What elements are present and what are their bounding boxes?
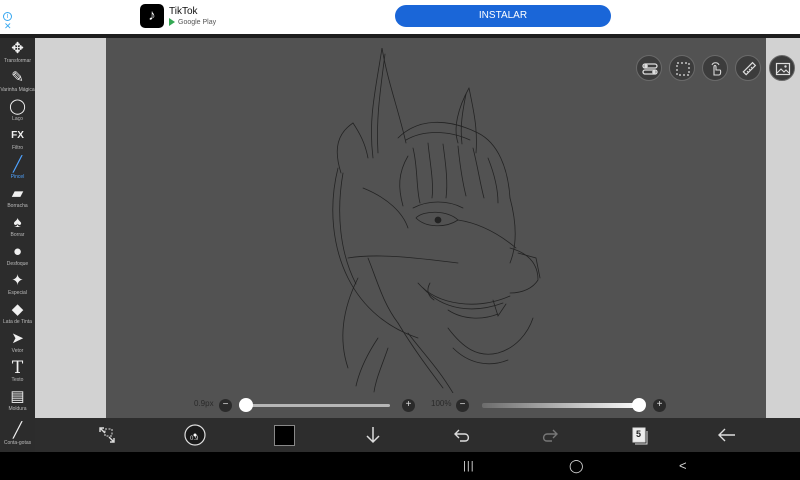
tool-label: Conta-gotas: [3, 440, 32, 446]
eraser-icon: ▰: [11, 185, 24, 202]
home-icon[interactable]: ◯: [569, 458, 584, 474]
ad-app-name: TikTok: [169, 6, 198, 17]
install-button[interactable]: INSTALAR: [395, 5, 611, 27]
brush-size-track[interactable]: [240, 404, 390, 407]
eyedropper-icon: ╱: [12, 422, 23, 439]
tool-label: Texto: [11, 377, 24, 383]
tool-label: Pincel: [10, 174, 25, 180]
tool-panel: ✥ Transformar ✎ Varinha Mágica ◯ Laço FX…: [0, 38, 35, 452]
selection-button[interactable]: [669, 55, 695, 81]
download-button[interactable]: [361, 423, 385, 447]
tool-label: Moldura: [8, 406, 27, 412]
tool-lasso[interactable]: ◯ Laço: [0, 98, 35, 123]
toggle-button[interactable]: [636, 55, 662, 81]
tool-special[interactable]: ✦ Especial: [0, 272, 35, 297]
layers-button[interactable]: 5: [627, 423, 651, 447]
frame-divider-icon: ▤: [10, 388, 25, 405]
ad-store-label: Google Play: [169, 18, 216, 26]
brush-size-minus-button[interactable]: −: [219, 399, 232, 412]
opacity-knob[interactable]: [632, 398, 646, 412]
color-button[interactable]: [273, 423, 297, 447]
back-arrow-icon: [718, 428, 735, 442]
ruler-button[interactable]: [735, 55, 761, 81]
screen: i ✕ ♪ TikTok Google Play INSTALAR ✥ Tran…: [0, 0, 800, 480]
system-nav-bar: ||| ◯ <: [0, 452, 800, 480]
brush-icon: ╱: [12, 156, 23, 173]
brush-size-plus-button[interactable]: +: [402, 399, 415, 412]
brush-size-value: 0.9px: [194, 399, 214, 408]
redo-button[interactable]: [538, 423, 562, 447]
download-arrow-icon: [366, 427, 380, 444]
wolf-sketch: [332, 48, 541, 393]
undo-button[interactable]: [450, 423, 474, 447]
nav-back-icon[interactable]: <: [679, 458, 687, 474]
hand-touch-icon: [711, 62, 722, 76]
paint-bucket-icon: ◆: [11, 301, 24, 318]
text-icon: T: [11, 358, 24, 378]
tool-text[interactable]: T Texto: [0, 359, 35, 384]
selection-icon: [676, 62, 690, 76]
gallery-icon: [775, 62, 791, 76]
brush-preview-button[interactable]: 0.9: [183, 423, 207, 447]
brush-size-knob[interactable]: [239, 398, 253, 412]
tool-label: Vetor: [11, 348, 24, 354]
tool-brush[interactable]: ╱ Pincel: [0, 156, 35, 181]
bottom-toolbar: 0.9 5: [35, 418, 800, 452]
fx-icon: FX: [11, 130, 24, 141]
move-arrows-icon: ✥: [11, 40, 24, 57]
info-icon[interactable]: i: [3, 12, 12, 21]
tool-magic-wand[interactable]: ✎ Varinha Mágica: [0, 69, 35, 94]
magic-wand-icon: ✎: [11, 69, 24, 86]
opacity-track[interactable]: [482, 403, 642, 408]
transform-icon: [99, 427, 115, 443]
transform-button[interactable]: [95, 423, 119, 447]
ruler-icon: [742, 61, 757, 76]
tool-filter[interactable]: FX Filtro: [0, 127, 35, 152]
color-swatch: [274, 425, 295, 446]
tool-smudge[interactable]: ♠ Borrar: [0, 214, 35, 239]
opacity-plus-button[interactable]: +: [653, 399, 666, 412]
special-wand-icon: ✦: [11, 272, 24, 289]
lasso-icon: ◯: [9, 98, 26, 115]
pointer-icon: ➤: [11, 330, 24, 347]
tool-label: Transformar: [3, 58, 32, 64]
tool-frame[interactable]: ▤ Moldura: [0, 388, 35, 413]
tool-label: Lata de Tinta: [3, 319, 32, 325]
gallery-button[interactable]: [769, 55, 795, 81]
redo-icon: [542, 429, 558, 442]
tool-vector[interactable]: ➤ Vetor: [0, 330, 35, 355]
tool-eyedropper[interactable]: ╱ Conta-gotas: [0, 422, 35, 447]
tool-eraser[interactable]: ▰ Borracha: [0, 185, 35, 210]
layers-count: 5: [636, 429, 642, 439]
opacity-value: 100%: [431, 399, 452, 408]
tool-label: Desfoque: [6, 261, 29, 267]
tool-label: Borracha: [7, 203, 28, 209]
tool-label: Laço: [12, 116, 23, 122]
brush-preview-icon: [184, 424, 206, 446]
toggle-icon: [642, 63, 658, 75]
drop-icon: ●: [12, 243, 23, 260]
recent-apps-icon[interactable]: |||: [463, 458, 475, 474]
ad-banner[interactable]: i ✕ ♪ TikTok Google Play INSTALAR: [0, 0, 800, 34]
canvas-workspace[interactable]: 0.9px − + 100% − +: [35, 38, 800, 418]
tool-bucket[interactable]: ◆ Lata de Tinta: [0, 301, 35, 326]
tool-label: Borrar: [10, 232, 25, 238]
store-name: Google Play: [178, 18, 217, 26]
hand-touch-button[interactable]: [702, 55, 728, 81]
tool-label: Especial: [8, 290, 27, 296]
close-icon[interactable]: ✕: [4, 22, 12, 31]
tool-label: Filtro: [11, 145, 24, 151]
smudge-icon: ♠: [13, 214, 22, 231]
opacity-minus-button[interactable]: −: [456, 399, 469, 412]
tiktok-app-icon[interactable]: ♪: [140, 4, 164, 28]
google-play-icon: [169, 18, 175, 26]
tool-transform[interactable]: ✥ Transformar: [0, 40, 35, 65]
tool-label: Varinha Mágica: [0, 87, 35, 93]
tool-blur[interactable]: ● Desfoque: [0, 243, 35, 268]
brush-preview-label: 0.9: [190, 436, 199, 442]
back-button[interactable]: [715, 423, 739, 447]
undo-icon: [454, 429, 470, 442]
